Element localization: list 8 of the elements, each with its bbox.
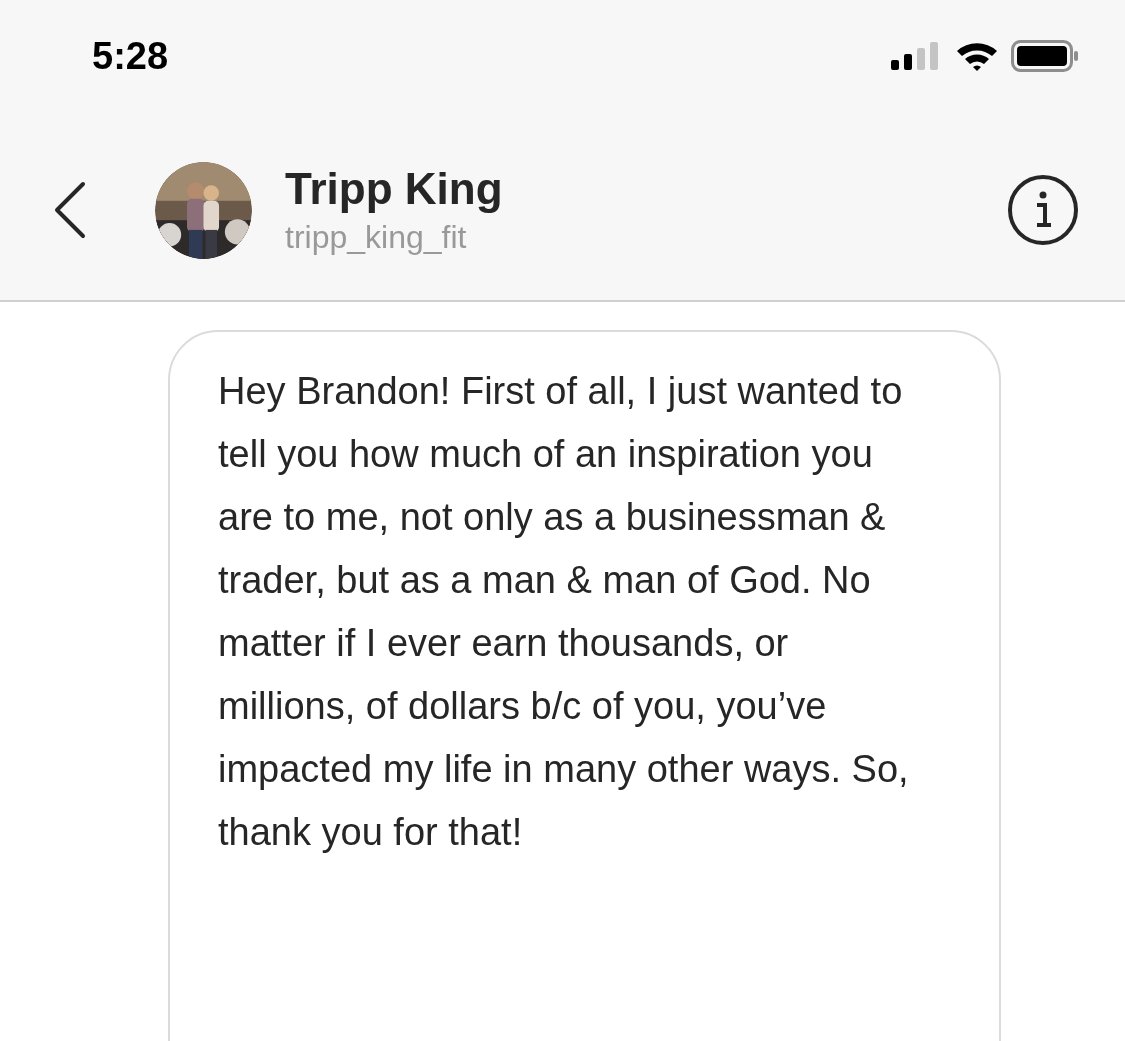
wifi-icon (955, 40, 999, 72)
message-text: Hey Brandon! First of all, I just wanted to tell you how much of an inspiration you are to me, not only as a businessman & trader, but as a man & man of God. No matter if I ever earn thousands, or millions, of dollars b/c of you, you’ve impacted my life in many other ways. So, thank you for that! (218, 369, 910, 855)
status-time: 5:28 (92, 33, 169, 79)
contact-username: tripp_king_fit (285, 218, 468, 257)
back-icon[interactable] (52, 181, 88, 239)
contact-name: Tripp King (285, 163, 503, 215)
battery-icon (1011, 40, 1079, 72)
info-icon[interactable] (1007, 174, 1079, 246)
